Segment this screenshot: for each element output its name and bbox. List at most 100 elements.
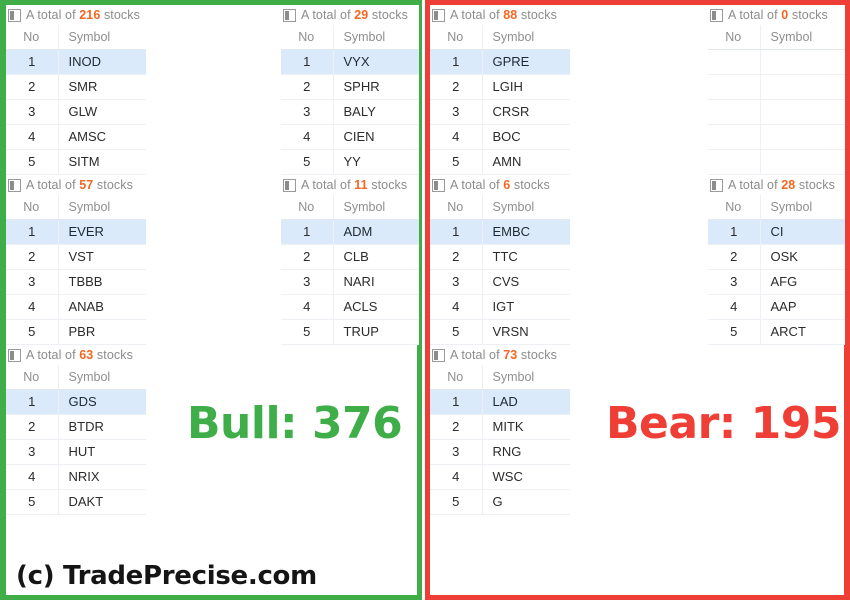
cell-no	[708, 74, 761, 100]
table-row[interactable]: 3 NARI	[281, 269, 419, 295]
table-row[interactable]: 5G	[430, 489, 570, 515]
stock-widget: A total of 29 stocks No Symbol 1 VYX 2 SPHR 3 BA…	[281, 5, 419, 175]
stock-table: No Symbol 1 EMBC 2 TTC 3 CVS 4 IGT 5 VRSN	[430, 195, 570, 345]
table-row[interactable]: 4 NRIX	[6, 464, 146, 490]
stock-table: No Symbol 1 INOD 2 SMR 3 GLW 4 AMSC 5 SITM	[6, 25, 146, 175]
total-count: 63	[79, 348, 94, 362]
widget-header: A total of 0 stocks	[708, 5, 845, 25]
cell-no: 3	[430, 99, 483, 125]
total-prefix: A total of	[728, 8, 782, 22]
column-header-symbol[interactable]: Symbol	[333, 195, 419, 220]
widget-total-text: A total of 29 stocks	[301, 8, 408, 22]
column-header-no[interactable]: No	[708, 25, 761, 50]
column-header-symbol[interactable]: Symbol	[482, 195, 570, 220]
table-row[interactable]: 1 INOD	[6, 49, 146, 75]
cell-symbol: ADM	[333, 219, 419, 245]
table-row[interactable]: 5 AMN	[430, 149, 570, 175]
cell-no: 5	[6, 149, 59, 175]
column-header-no[interactable]: No	[430, 195, 483, 220]
table-row[interactable]: 2 CLB	[281, 244, 419, 270]
table-row[interactable]	[708, 49, 845, 75]
table-row[interactable]: 4 IGT	[430, 294, 570, 320]
widget-total-text: A total of 28 stocks	[728, 178, 835, 192]
table-row[interactable]: 3 BALY	[281, 99, 419, 125]
table-row[interactable]	[708, 149, 845, 175]
table-row[interactable]: 3 RNG	[430, 439, 570, 465]
table-row[interactable]: 4 ANAB	[6, 294, 146, 320]
table-row[interactable]: 5 PBR	[6, 319, 146, 345]
table-row[interactable]: 5 ARCT	[708, 319, 845, 345]
table-row[interactable]: 4 AMSC	[6, 124, 146, 150]
table-row[interactable]: 1 VYX	[281, 49, 419, 75]
stock-table: No Symbol 1 GPRE 2 LGIH 3 CRSR 4 BOC 5 AMN	[430, 25, 570, 175]
table-row[interactable]: 1 EMBC	[430, 219, 570, 245]
total-prefix: A total of	[450, 8, 504, 22]
stock-widget: A total of 216 stocks No Symbol 1 INOD 2 SMR 3 G…	[6, 5, 146, 175]
cell-no: 4	[6, 294, 59, 320]
table-row[interactable]: 2 OSK	[708, 244, 845, 270]
table-row[interactable]: 4 BOC	[430, 124, 570, 150]
cell-no: 2	[281, 74, 334, 100]
table-header-row: No Symbol	[281, 25, 419, 50]
table-panel-icon	[8, 178, 21, 192]
widget-total-text: A total of 88 stocks	[450, 8, 557, 22]
table-row[interactable]: 3 TBBB	[6, 269, 146, 295]
table-row[interactable]: 1 GDS	[6, 389, 146, 415]
table-row[interactable]: 3 GLW	[6, 99, 146, 125]
table-row[interactable]	[708, 74, 845, 100]
column-header-no[interactable]: No	[6, 365, 59, 390]
table-row[interactable]: 2 VST	[6, 244, 146, 270]
table-row[interactable]	[708, 99, 845, 125]
table-row[interactable]: 2 LGIH	[430, 74, 570, 100]
table-row[interactable]: 1 GPRE	[430, 49, 570, 75]
column-header-symbol[interactable]: Symbol	[760, 195, 845, 220]
table-row[interactable]: 2 TTC	[430, 244, 570, 270]
column-header-no[interactable]: No	[708, 195, 761, 220]
column-header-symbol[interactable]: Symbol	[482, 365, 570, 390]
column-header-no[interactable]: No	[6, 195, 59, 220]
table-row[interactable]: 5 VRSN	[430, 319, 570, 345]
table-header-row: No Symbol	[430, 25, 570, 50]
cell-no: 5	[281, 319, 334, 345]
cell-symbol: GLW	[58, 99, 146, 125]
table-panel-icon	[8, 348, 21, 362]
table-row[interactable]: 4 ACLS	[281, 294, 419, 320]
table-row[interactable]: 5 YY	[281, 149, 419, 175]
table-row[interactable]: 2 SPHR	[281, 74, 419, 100]
column-header-no[interactable]: No	[281, 25, 334, 50]
table-row[interactable]: 5 DAKT	[6, 489, 146, 515]
cell-no: 2	[430, 244, 483, 270]
column-header-no[interactable]: No	[281, 195, 334, 220]
column-header-symbol[interactable]: Symbol	[58, 195, 146, 220]
table-row[interactable]: 1 EVER	[6, 219, 146, 245]
table-row[interactable]: 5 SITM	[6, 149, 146, 175]
table-row[interactable]: 4 WSC	[430, 464, 570, 490]
table-row[interactable]: 3 CRSR	[430, 99, 570, 125]
table-panel-icon	[283, 178, 296, 192]
table-row[interactable]: 1 ADM	[281, 219, 419, 245]
column-header-no[interactable]: No	[430, 365, 483, 390]
column-header-symbol[interactable]: Symbol	[760, 25, 845, 50]
total-prefix: A total of	[301, 178, 355, 192]
cell-no: 4	[6, 464, 59, 490]
table-row[interactable]: 1 LAD	[430, 389, 570, 415]
table-row[interactable]: 2 BTDR	[6, 414, 146, 440]
table-row[interactable]	[708, 124, 845, 150]
table-row[interactable]: 4 AAP	[708, 294, 845, 320]
column-header-symbol[interactable]: Symbol	[482, 25, 570, 50]
table-row[interactable]: 2 MITK	[430, 414, 570, 440]
cell-no: 4	[430, 124, 483, 150]
column-header-symbol[interactable]: Symbol	[58, 25, 146, 50]
table-row[interactable]: 4 CIEN	[281, 124, 419, 150]
column-header-symbol[interactable]: Symbol	[333, 25, 419, 50]
total-prefix: A total of	[450, 178, 504, 192]
table-row[interactable]: 3 AFG	[708, 269, 845, 295]
table-row[interactable]: 3 HUT	[6, 439, 146, 465]
table-row[interactable]: 2 SMR	[6, 74, 146, 100]
column-header-no[interactable]: No	[430, 25, 483, 50]
table-row[interactable]: 1 CI	[708, 219, 845, 245]
column-header-symbol[interactable]: Symbol	[58, 365, 146, 390]
table-row[interactable]: 5 TRUP	[281, 319, 419, 345]
table-row[interactable]: 3 CVS	[430, 269, 570, 295]
column-header-no[interactable]: No	[6, 25, 59, 50]
